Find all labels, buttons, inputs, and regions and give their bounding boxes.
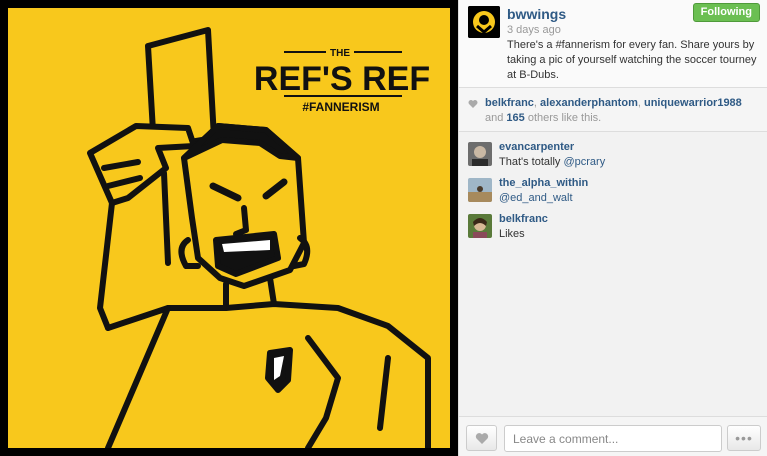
likes-suffix: others like this.: [527, 112, 602, 124]
comment-item: evancarpenter That's totally @pcrary: [459, 138, 767, 174]
like-user-link[interactable]: belkfranc: [485, 97, 534, 109]
like-user-link[interactable]: uniquewarrior1988: [644, 97, 742, 109]
comment-input[interactable]: [504, 425, 722, 452]
post-time: 3 days ago: [507, 24, 561, 36]
image-hashtag: #FANNERISM: [302, 100, 379, 114]
heart-icon: [468, 100, 478, 108]
commenter-username[interactable]: belkfranc: [499, 213, 548, 225]
heart-icon: [475, 433, 489, 444]
commenter-avatar[interactable]: [468, 142, 492, 166]
owner-username[interactable]: bwwings: [507, 6, 566, 22]
comment-text: Likes: [499, 228, 525, 240]
comment-text: @ed_and_walt: [499, 192, 573, 204]
commenter-avatar[interactable]: [468, 178, 492, 202]
like-button[interactable]: [466, 425, 497, 451]
post-caption: There's a #fannerism for every fan. Shar…: [507, 39, 757, 81]
comment-mention[interactable]: @ed_and_walt: [499, 192, 573, 204]
like-user-link[interactable]: alexanderphantom: [540, 97, 638, 109]
likes-and-text: and: [485, 112, 504, 124]
comment-list: evancarpenter That's totally @pcrary the…: [459, 132, 767, 246]
more-options-button[interactable]: •••: [727, 425, 761, 451]
post-image[interactable]: THE REF'S REF #FANNERISM: [8, 8, 450, 448]
comment-item: belkfranc Likes: [459, 210, 767, 246]
post-header: bwwings 3 days ago There's a #fannerism …: [459, 0, 767, 88]
owner-avatar[interactable]: [468, 6, 500, 38]
comment-mention[interactable]: @pcrary: [563, 156, 605, 168]
comment-text: That's totally @pcrary: [499, 156, 605, 168]
commenter-username[interactable]: the_alpha_within: [499, 177, 588, 189]
post-viewer: THE REF'S REF #FANNERISM bwwings 3 days …: [0, 0, 767, 456]
comment-item: the_alpha_within @ed_and_walt: [459, 174, 767, 210]
image-main-title: REF'S REF: [254, 60, 430, 98]
post-details-panel: bwwings 3 days ago There's a #fannerism …: [458, 0, 767, 456]
comment-prefix: Likes: [499, 228, 525, 240]
comment-prefix: That's totally: [499, 156, 564, 168]
following-button[interactable]: Following: [692, 3, 760, 22]
commenter-avatar[interactable]: [468, 214, 492, 238]
image-small-title: THE: [330, 48, 350, 59]
likes-count[interactable]: 165: [506, 112, 524, 124]
commenter-username[interactable]: evancarpenter: [499, 141, 574, 153]
likes-summary: belkfranc, alexanderphantom, uniquewarri…: [459, 88, 767, 132]
comment-footer: •••: [459, 416, 767, 456]
